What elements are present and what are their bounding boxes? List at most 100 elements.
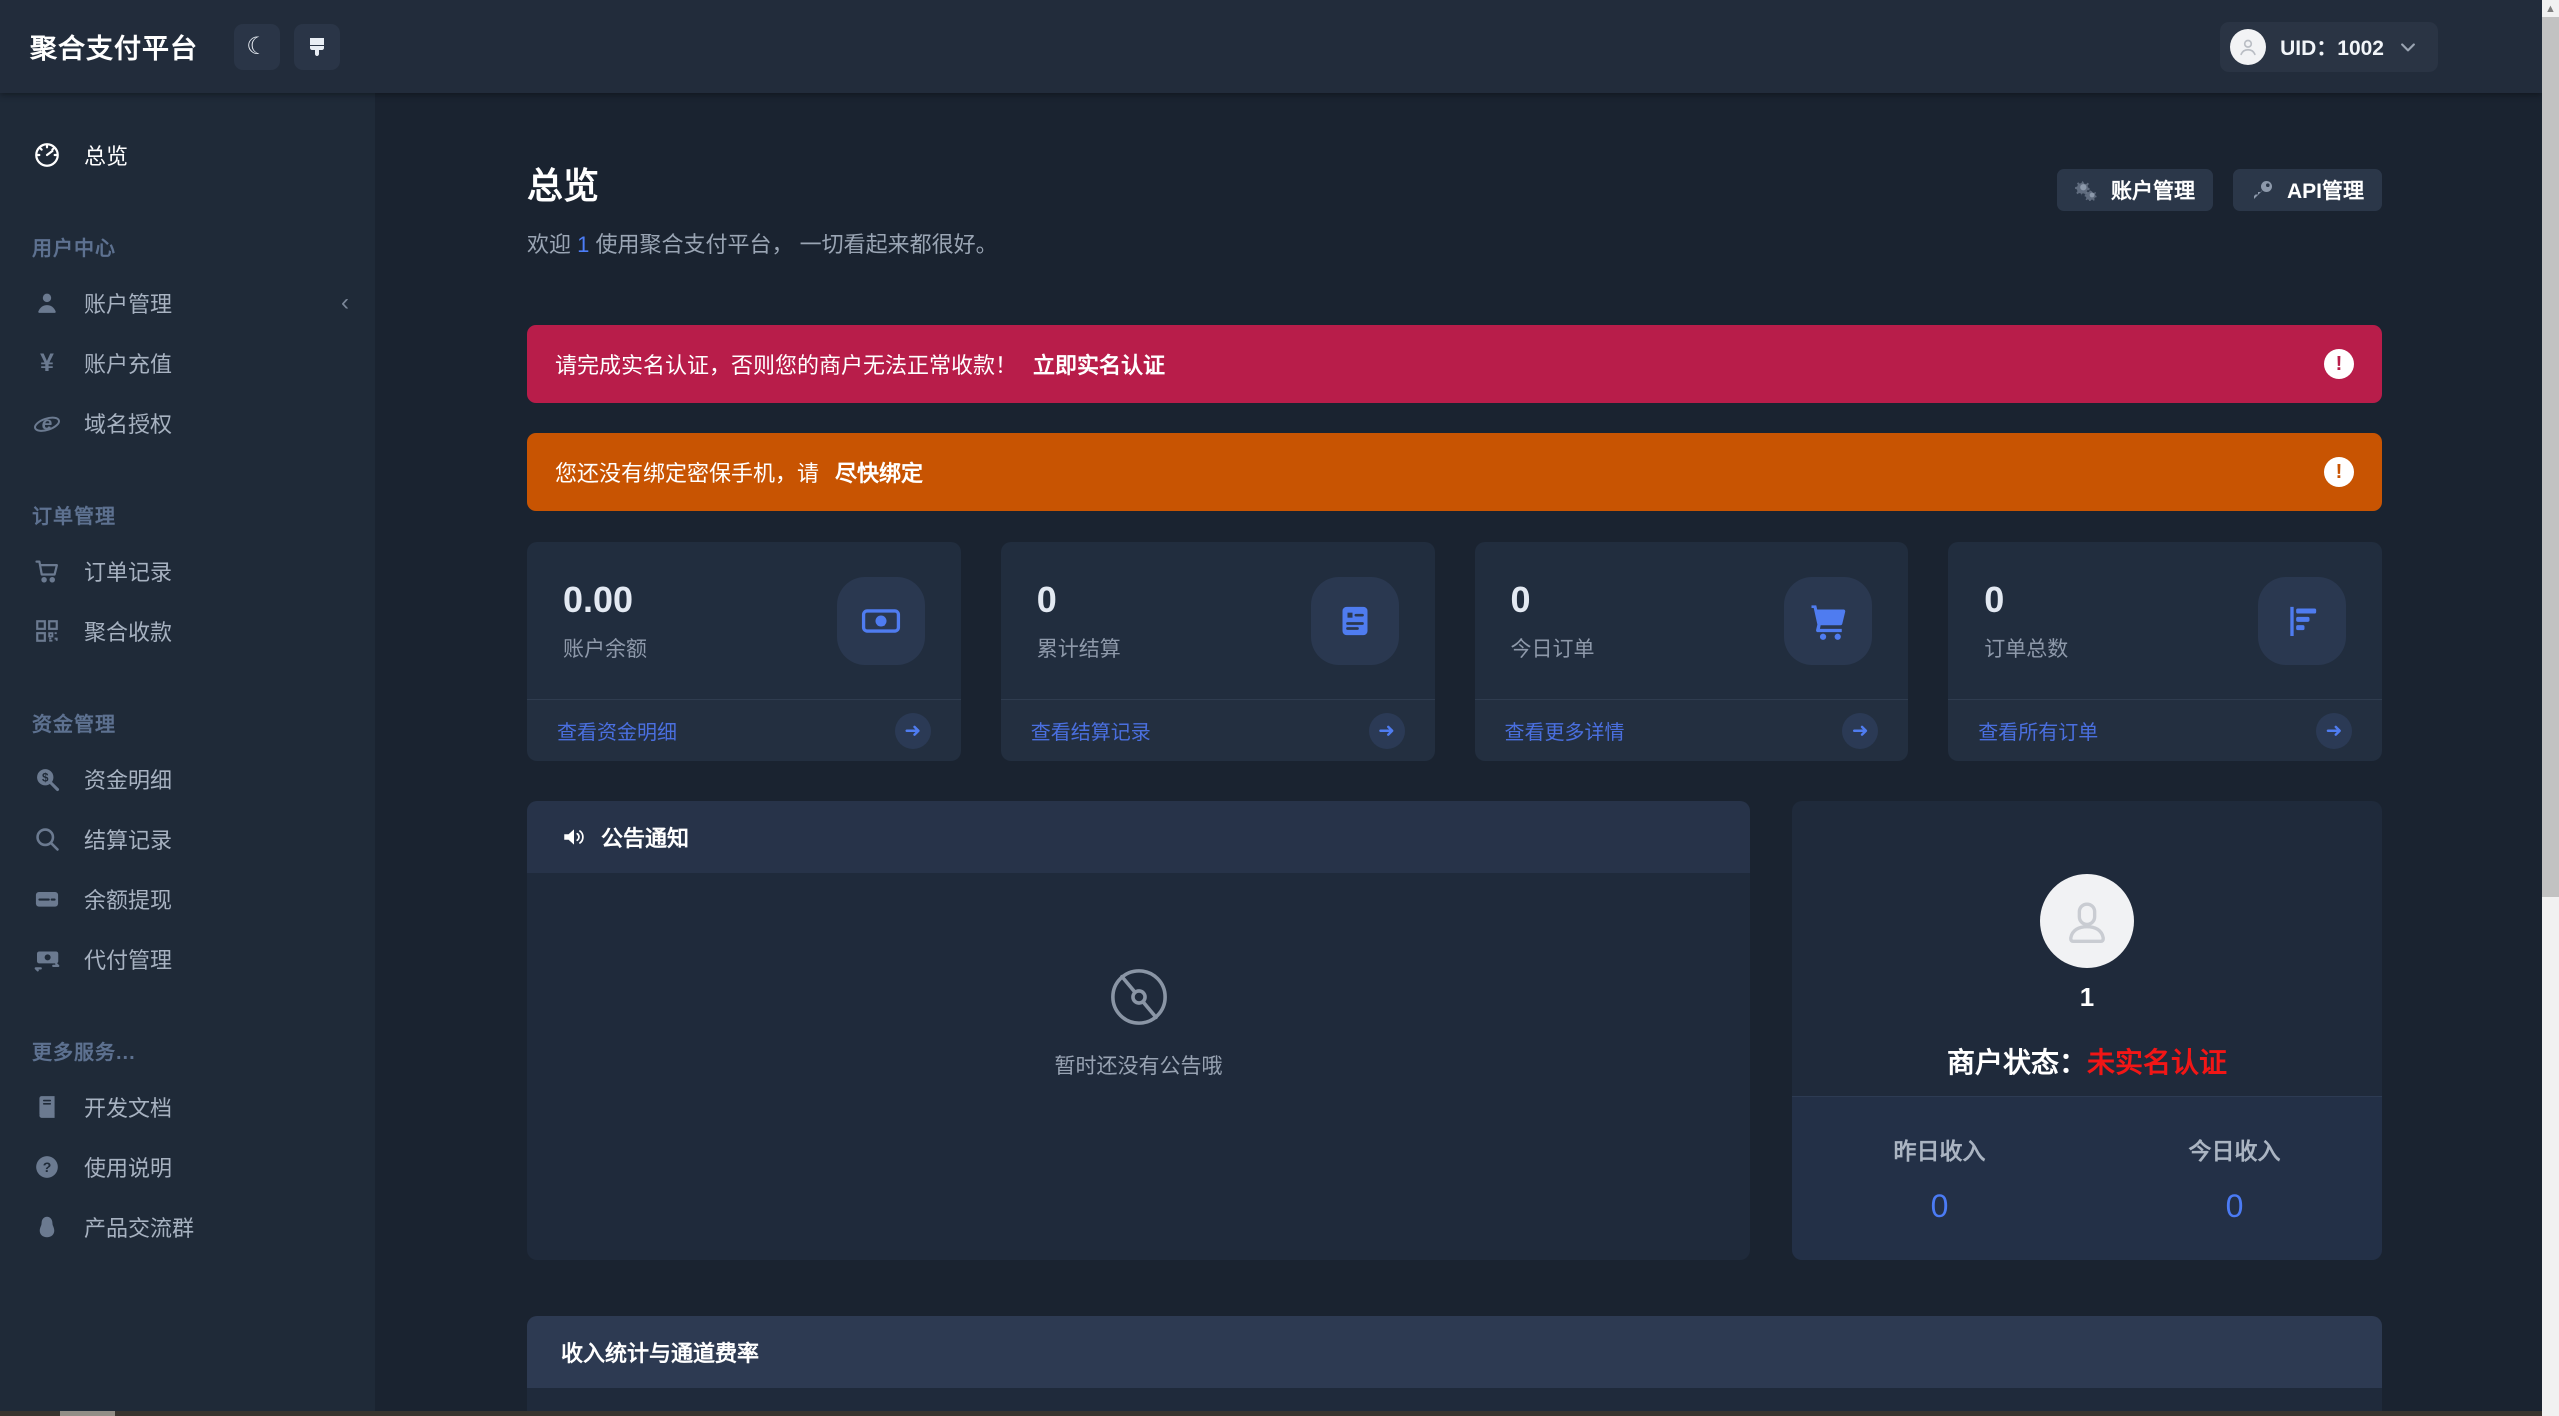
page-title: 总览 bbox=[527, 165, 600, 206]
stat-text: 0 今日订单 bbox=[1475, 542, 1909, 699]
qr-icon bbox=[32, 618, 62, 644]
vertical-scrollbar-thumb[interactable] bbox=[2542, 17, 2559, 897]
announcement-empty-text: 暂时还没有公告哦 bbox=[1054, 1054, 1223, 1078]
merchant-status-panel: 1 商户状态：未实名认证 昨日收入 0 今日收入 0 bbox=[1792, 801, 2382, 1260]
bind-phone-alert-link[interactable]: 尽快绑定 bbox=[835, 456, 923, 488]
sidebar-item-product-group[interactable]: 产品交流群 bbox=[0, 1197, 375, 1257]
sidebar-item-label: 开发文档 bbox=[84, 1096, 173, 1121]
money-search-icon: $ bbox=[32, 765, 62, 793]
view-all-orders-link[interactable]: 查看所有订单 ➜ bbox=[1948, 699, 2382, 761]
balance-value: 0.00 bbox=[563, 578, 634, 620]
sidebar-item-overview[interactable]: 总览 bbox=[0, 125, 375, 185]
stat-text: 0 订单总数 bbox=[1984, 579, 2068, 663]
sidebar-section-user-center: 用户中心 bbox=[32, 237, 116, 260]
chevron-down-icon bbox=[2401, 42, 2415, 51]
person-icon bbox=[2240, 39, 2256, 55]
page-header-text: 总览 欢迎 1 使用聚合支付平台， 一切看起来都很好。 bbox=[527, 157, 998, 259]
stat-link-label: 查看资金明细 bbox=[557, 722, 677, 744]
search-icon bbox=[32, 825, 62, 853]
sidebar-item-label: 余额提现 bbox=[84, 888, 173, 913]
view-settlement-records-link[interactable]: 查看结算记录 ➜ bbox=[1000, 699, 1435, 761]
sidebar-item-label: 聚合收款 bbox=[84, 620, 173, 645]
view-more-details-link[interactable]: 查看更多详情 ➜ bbox=[1474, 699, 1909, 761]
vertical-scrollbar[interactable]: ▲ bbox=[2542, 0, 2559, 1416]
brush-icon bbox=[305, 35, 329, 59]
main-content: 总览 欢迎 1 使用聚合支付平台， 一切看起来都很好。 账户管理 API管理 请… bbox=[375, 93, 2542, 1416]
stat-card-today-orders: 0 今日订单 查看更多详情 ➜ bbox=[1474, 542, 1909, 761]
uid-label: UID：1002 bbox=[2280, 36, 2384, 60]
horizontal-scrollbar-thumb[interactable] bbox=[60, 1411, 115, 1416]
account-manage-button[interactable]: 账户管理 bbox=[2056, 169, 2213, 211]
sidebar-item-label: 资金明细 bbox=[84, 768, 173, 793]
yesterday-income-value: 0 bbox=[1930, 1188, 1949, 1224]
sidebar-item-user-guide[interactable]: ? 使用说明 bbox=[0, 1137, 375, 1197]
today-orders-value: 0 bbox=[1510, 578, 1531, 620]
banknote-icon: 1 bbox=[836, 576, 925, 665]
welcome-prefix: 欢迎 bbox=[527, 232, 578, 257]
qq-penguin-icon bbox=[32, 1214, 62, 1240]
svg-text:e: e bbox=[42, 412, 52, 433]
transfer-icon bbox=[32, 944, 62, 974]
settled-label: 累计结算 bbox=[1036, 637, 1121, 661]
no-data-icon bbox=[1106, 964, 1172, 1030]
sidebar-section-more-services: 更多服务... bbox=[32, 1041, 136, 1064]
theme-toggle-button[interactable]: ☾ bbox=[234, 23, 280, 70]
avatar bbox=[2230, 28, 2267, 65]
income-stats-title: 收入统计与通道费率 bbox=[561, 1341, 760, 1366]
sidebar-item-balance-withdraw[interactable]: 余额提现 bbox=[0, 869, 375, 929]
sidebar-item-fund-details[interactable]: $ 资金明细 bbox=[0, 749, 375, 809]
welcome-suffix: 使用聚合支付平台， 一切看起来都很好。 bbox=[589, 232, 998, 257]
stat-cards-row: 0.00 账户余额 1 查看资金明细 ➜ 0 累计结算 查看结算记录 ➜ 0 今… bbox=[527, 542, 2382, 761]
sidebar-item-dev-docs[interactable]: 开发文档 bbox=[0, 1077, 375, 1137]
announcement-empty-state: 暂时还没有公告哦 bbox=[527, 828, 1750, 1215]
merchant-status: 商户状态：未实名认证 bbox=[1947, 1041, 2227, 1081]
page-header: 总览 欢迎 1 使用聚合支付平台， 一切看起来都很好。 账户管理 API管理 bbox=[527, 157, 2382, 259]
sidebar-item-account-recharge[interactable]: ¥ 账户充值 bbox=[0, 333, 375, 393]
yesterday-income-label: 昨日收入 bbox=[1893, 1138, 1986, 1164]
api-manage-label: API管理 bbox=[2286, 180, 2364, 203]
cart-icon bbox=[32, 557, 62, 585]
today-orders-label: 今日订单 bbox=[1510, 637, 1595, 661]
help-icon: ? bbox=[32, 1154, 62, 1180]
horizontal-scrollbar[interactable] bbox=[0, 1411, 2542, 1416]
stat-text: 0 累计结算 bbox=[1037, 579, 1121, 663]
svg-text:?: ? bbox=[43, 1159, 52, 1175]
realname-alert-link[interactable]: 立即实名认证 bbox=[1033, 348, 1165, 380]
total-orders-value: 0 bbox=[1984, 578, 2005, 620]
gears-icon bbox=[2074, 179, 2099, 201]
sidebar-item-label: 域名授权 bbox=[84, 412, 173, 437]
sidebar-item-payout-manage[interactable]: 代付管理 bbox=[0, 929, 375, 989]
sidebar-item-settlement-records[interactable]: 结算记录 bbox=[0, 809, 375, 869]
sidebar-item-label: 使用说明 bbox=[84, 1156, 173, 1181]
appearance-button[interactable] bbox=[294, 23, 340, 70]
user-icon bbox=[32, 289, 62, 317]
user-menu[interactable]: UID：1002 bbox=[2220, 21, 2438, 72]
sidebar-item-label: 账户充值 bbox=[84, 352, 173, 377]
income-stats-panel: 收入统计与通道费率 bbox=[527, 1316, 2382, 1416]
view-fund-details-link[interactable]: 查看资金明细 ➜ bbox=[527, 699, 961, 761]
sidebar-item-account-manage[interactable]: 账户管理 ‹ bbox=[0, 273, 375, 333]
today-income: 今日收入 0 bbox=[2087, 1097, 2382, 1260]
app-title: 聚合支付平台 bbox=[30, 34, 198, 64]
api-manage-button[interactable]: API管理 bbox=[2232, 169, 2382, 211]
scroll-up-icon[interactable]: ▲ bbox=[2542, 0, 2559, 17]
yen-icon: ¥ bbox=[40, 348, 54, 377]
sidebar-section-order-manage: 订单管理 bbox=[32, 505, 116, 528]
stat-body: 0 累计结算 bbox=[1001, 542, 1435, 699]
exclamation-circle-icon: ! bbox=[2324, 457, 2354, 487]
key-icon bbox=[2251, 178, 2275, 202]
announcement-panel: 公告通知 暂时还没有公告哦 bbox=[527, 801, 1750, 1260]
stat-link-label: 查看结算记录 bbox=[1030, 722, 1151, 744]
bind-phone-alert-text: 您还没有绑定密保手机，请 bbox=[555, 461, 820, 486]
sidebar-item-domain-auth[interactable]: e 域名授权 bbox=[0, 393, 375, 453]
moon-icon: ☾ bbox=[246, 33, 268, 60]
bind-phone-alert: 您还没有绑定密保手机，请 尽快绑定 ! bbox=[527, 433, 2382, 511]
sidebar-item-aggregate-collect[interactable]: 聚合收款 bbox=[0, 601, 375, 661]
header-actions: 账户管理 API管理 bbox=[2056, 169, 2382, 211]
person-icon bbox=[2069, 902, 2105, 943]
sidebar-item-order-records[interactable]: 订单记录 bbox=[0, 541, 375, 601]
svg-text:$: $ bbox=[42, 772, 49, 785]
yesterday-income: 昨日收入 0 bbox=[1792, 1097, 2087, 1260]
bar-chart-icon bbox=[2258, 576, 2346, 665]
arrow-right-icon: ➜ bbox=[2316, 712, 2352, 749]
